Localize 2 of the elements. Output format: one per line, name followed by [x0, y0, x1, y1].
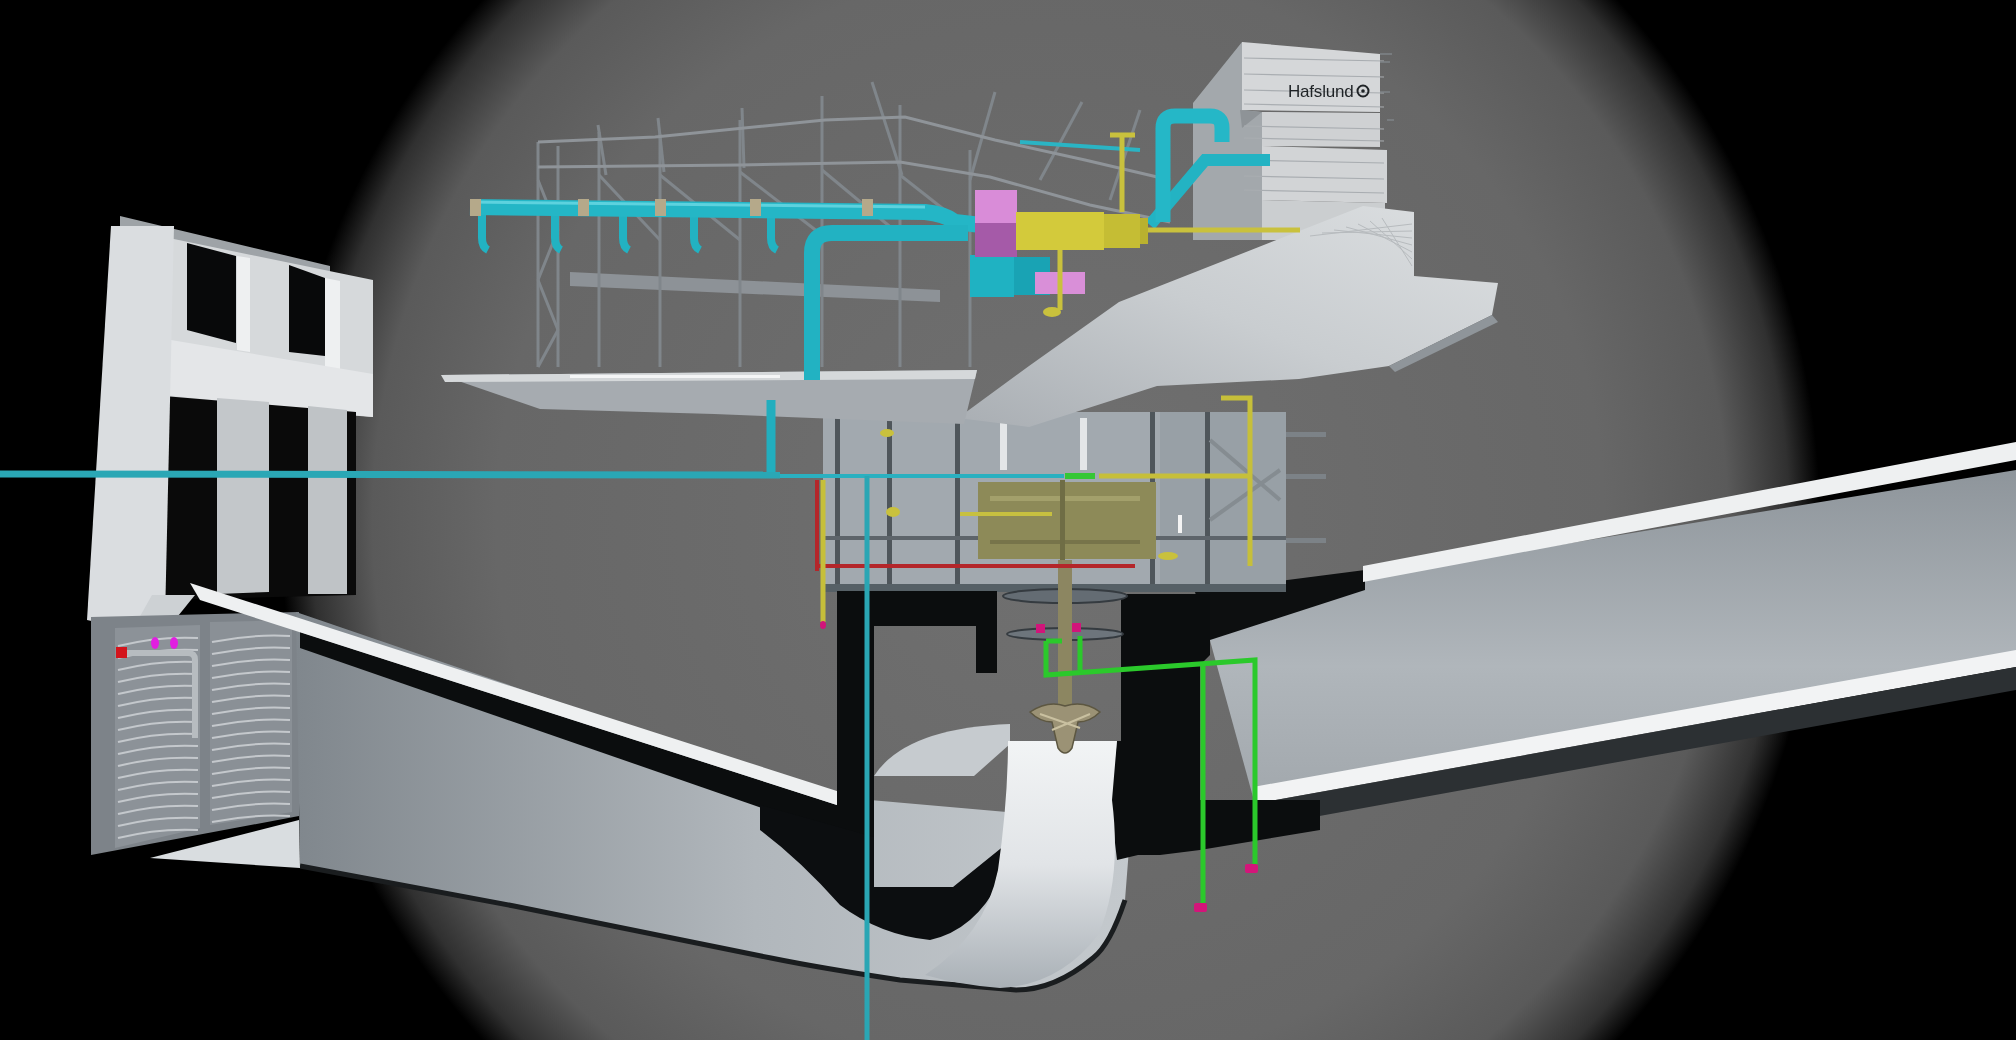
sign-text: Hafslund [1288, 82, 1354, 101]
logo-icon [1356, 84, 1370, 98]
